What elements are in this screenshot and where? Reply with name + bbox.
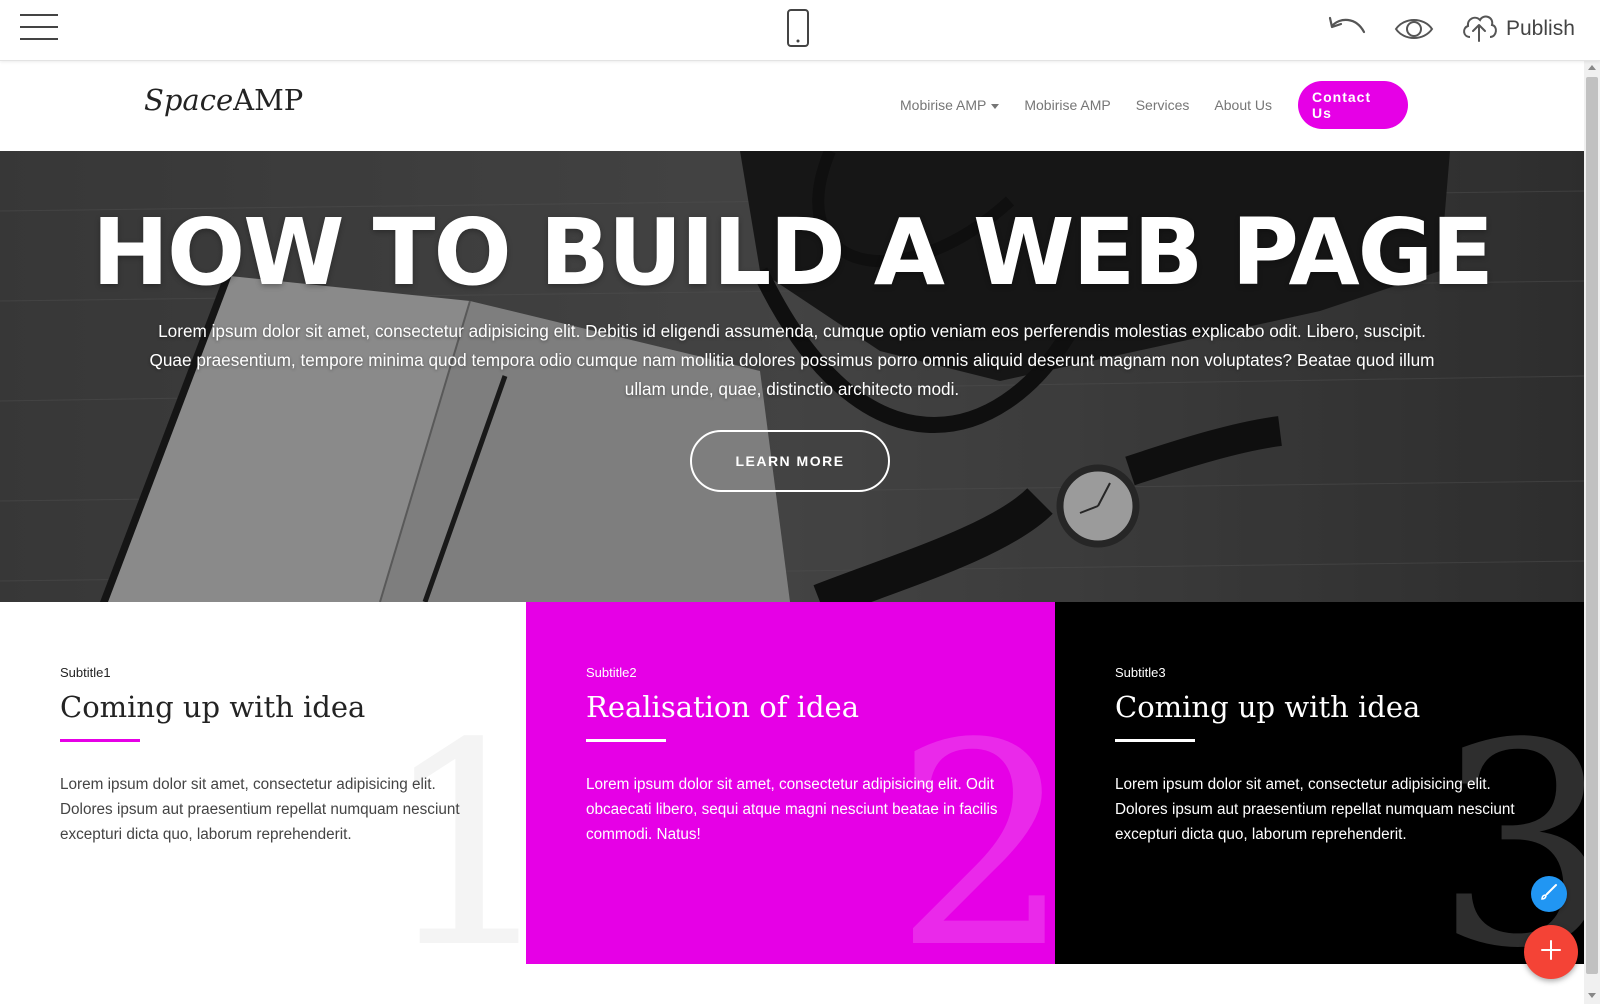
title-underline bbox=[60, 739, 140, 742]
scroll-down-arrow-icon[interactable] bbox=[1588, 993, 1596, 998]
feature-title: Coming up with idea bbox=[60, 690, 366, 724]
cloud-upload-icon bbox=[1460, 11, 1498, 48]
hamburger-menu-icon[interactable] bbox=[20, 14, 60, 44]
feature-title: Coming up with idea bbox=[1115, 690, 1421, 724]
feature-column-2: 2 Subtitle2 Realisation of idea Lorem ip… bbox=[526, 602, 1055, 964]
hero-text: Lorem ipsum dolor sit amet, consectetur … bbox=[149, 321, 1435, 399]
features-section: 1 Subtitle1 Coming up with idea Lorem ip… bbox=[0, 602, 1584, 964]
plus-icon bbox=[1540, 939, 1562, 966]
brand-regular: AMP bbox=[233, 83, 304, 117]
edit-style-button[interactable] bbox=[1531, 876, 1567, 912]
scroll-up-arrow-icon[interactable] bbox=[1588, 65, 1596, 70]
feature-subtitle: Subtitle1 bbox=[60, 665, 111, 680]
hero-title: HOW TO BUILD A WEB PAGE bbox=[91, 199, 1494, 306]
hero-section: HOW TO BUILD A WEB PAGE Lorem ipsum dolo… bbox=[0, 151, 1584, 602]
title-underline bbox=[1115, 739, 1195, 742]
scrollbar-thumb[interactable] bbox=[1586, 77, 1598, 974]
caret-down-icon bbox=[991, 103, 1000, 109]
eye-icon[interactable] bbox=[1394, 14, 1434, 44]
feature-text: Lorem ipsum dolor sit amet, consectetur … bbox=[586, 776, 998, 843]
site-header: SpaceAMP Mobirise AMP Mobirise AMP Servi… bbox=[0, 61, 1584, 151]
undo-icon[interactable] bbox=[1326, 12, 1368, 46]
feature-subtitle: Subtitle3 bbox=[1115, 665, 1166, 680]
nav-link-about-us[interactable]: About Us bbox=[1214, 97, 1272, 113]
page-scrollbar[interactable] bbox=[1584, 61, 1600, 1004]
add-block-button[interactable] bbox=[1524, 925, 1578, 979]
feature-title: Realisation of idea bbox=[586, 690, 859, 724]
site-nav: Mobirise AMP Mobirise AMP Services About… bbox=[900, 81, 1408, 129]
mobile-phone-icon[interactable] bbox=[786, 9, 810, 47]
publish-label: Publish bbox=[1506, 17, 1575, 40]
site-brand[interactable]: SpaceAMP bbox=[144, 83, 303, 117]
feature-text: Lorem ipsum dolor sit amet, consectetur … bbox=[60, 776, 460, 843]
nav-link-mobirise-amp[interactable]: Mobirise AMP bbox=[1024, 97, 1110, 113]
feature-column-1: 1 Subtitle1 Coming up with idea Lorem ip… bbox=[0, 602, 526, 964]
nav-dropdown-mobirise-amp[interactable]: Mobirise AMP bbox=[900, 97, 1000, 113]
nav-link-services[interactable]: Services bbox=[1136, 97, 1190, 113]
editor-toolbar: Publish bbox=[0, 0, 1600, 61]
feature-subtitle: Subtitle2 bbox=[586, 665, 637, 680]
publish-button[interactable]: Publish bbox=[1460, 11, 1575, 47]
page-canvas: SpaceAMP Mobirise AMP Mobirise AMP Servi… bbox=[0, 61, 1584, 1004]
feature-text: Lorem ipsum dolor sit amet, consectetur … bbox=[1115, 776, 1515, 843]
contact-us-button[interactable]: Contact Us bbox=[1298, 81, 1408, 129]
nav-dropdown-label: Mobirise AMP bbox=[900, 97, 987, 113]
learn-more-button[interactable]: LEARN MORE bbox=[690, 430, 890, 492]
feature-column-3: 3 Subtitle3 Coming up with idea Lorem ip… bbox=[1055, 602, 1584, 964]
paint-brush-icon bbox=[1539, 882, 1559, 907]
brand-italic: Space bbox=[144, 83, 234, 117]
title-underline bbox=[586, 739, 666, 742]
